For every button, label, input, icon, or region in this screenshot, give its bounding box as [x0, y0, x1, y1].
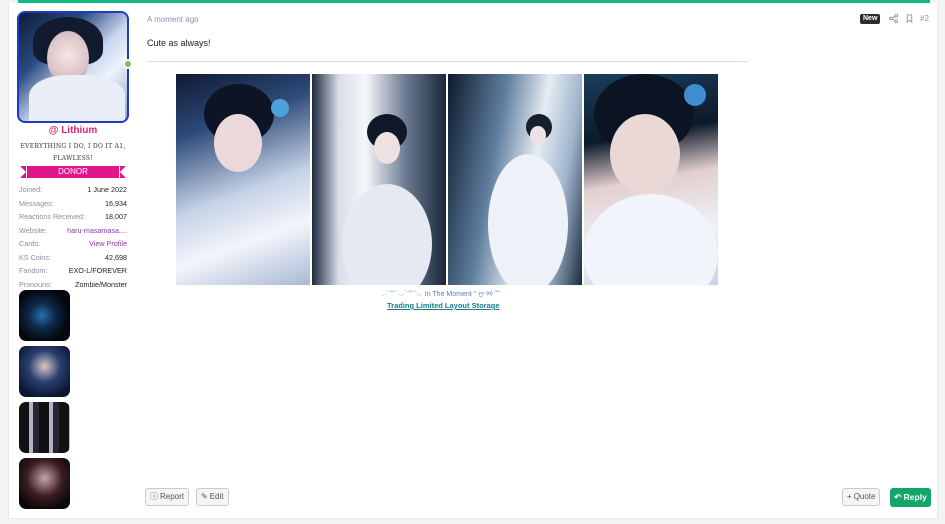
- plus-icon: +: [847, 492, 852, 501]
- user-avatar[interactable]: [17, 11, 129, 123]
- info-key: Messages:: [19, 198, 54, 208]
- edit-icon: ✎: [201, 492, 208, 501]
- info-key: Joined:: [19, 185, 43, 194]
- info-key: Website:: [19, 225, 47, 235]
- reply-icon: ↶: [894, 492, 904, 502]
- message-text: Cute as always!: [147, 38, 211, 48]
- info-row-fandom: Fandom: EXO-L/FOREVER: [19, 264, 127, 278]
- signature-link[interactable]: Trading Limited Layout Storage: [387, 301, 500, 310]
- edit-label: Edit: [209, 492, 224, 501]
- reply-button[interactable]: ↶ Reply: [890, 488, 931, 507]
- message-post: @ Lithium everything i do, i do it a1, f…: [8, 3, 938, 519]
- info-value: 16,934: [105, 198, 127, 208]
- info-value: EXO-L/FOREVER: [68, 266, 127, 275]
- username[interactable]: @ Lithium: [17, 125, 129, 136]
- online-status-icon: [123, 59, 133, 69]
- share-icon[interactable]: [888, 14, 898, 24]
- thumbnail-image[interactable]: [19, 346, 70, 397]
- info-row-coins: KS Coins: 42,698: [19, 251, 127, 265]
- info-row-website: Website: haru-masamasa....: [19, 224, 127, 238]
- info-key: Reactions Received:: [19, 212, 85, 221]
- website-link[interactable]: haru-masamasa....: [67, 224, 127, 238]
- info-value: Zombie/Monster: [75, 279, 127, 289]
- post-number[interactable]: #2: [920, 14, 929, 23]
- view-profile-link[interactable]: View Profile: [89, 237, 127, 251]
- info-value: 42,698: [105, 252, 127, 262]
- info-key: Cards:: [19, 239, 41, 248]
- new-badge: New: [860, 14, 881, 24]
- gallery-image: [448, 74, 582, 285]
- user-title: everything i do, i do it a1, flawless!: [20, 143, 126, 162]
- reply-label: Reply: [903, 492, 927, 502]
- thumbnail-image[interactable]: [19, 290, 70, 341]
- info-row-cards: Cards: View Profile: [19, 237, 127, 251]
- info-key: Pronouns:: [19, 279, 52, 289]
- info-row-pronouns: Pronouns: Zombie/Monster: [19, 278, 127, 292]
- bookmark-icon[interactable]: [904, 14, 914, 24]
- info-key: Fandom:: [19, 266, 48, 275]
- user-info: Joined: 1 June 2022 Messages: 16,934 React…: [19, 183, 127, 291]
- thumbnail-image[interactable]: [19, 402, 70, 453]
- info-row-reactions: Reactions Received: 18,007: [19, 210, 127, 224]
- quote-label: Quote: [853, 492, 876, 501]
- signature-divider: [147, 61, 748, 62]
- info-row-messages: Messages: 16,934: [19, 197, 127, 211]
- report-button[interactable]: ⓘ Report: [145, 488, 190, 506]
- info-row-joined: Joined: 1 June 2022: [19, 183, 127, 197]
- info-value: 1 June 2022: [87, 185, 127, 194]
- gallery-image: [176, 74, 310, 285]
- post-timestamp[interactable]: A moment ago: [147, 15, 199, 24]
- avatar-robe: [29, 75, 125, 121]
- thumbnail-image[interactable]: [19, 458, 70, 509]
- edit-button[interactable]: ✎ Edit: [196, 488, 229, 506]
- info-key: KS Coins:: [19, 252, 51, 262]
- info-value: 18,007: [105, 212, 127, 221]
- gallery-image: [312, 74, 446, 285]
- signature-text: .·´¨˜¨`·.·´¨˜¨`·.· In The Moment ° ღ ୨୧ …: [382, 291, 500, 298]
- warning-icon: ⓘ: [150, 492, 158, 501]
- donor-banner: DONOR: [20, 166, 126, 178]
- report-label: Report: [160, 492, 185, 501]
- gallery-image: [584, 74, 718, 285]
- quote-button[interactable]: + Quote: [842, 488, 881, 506]
